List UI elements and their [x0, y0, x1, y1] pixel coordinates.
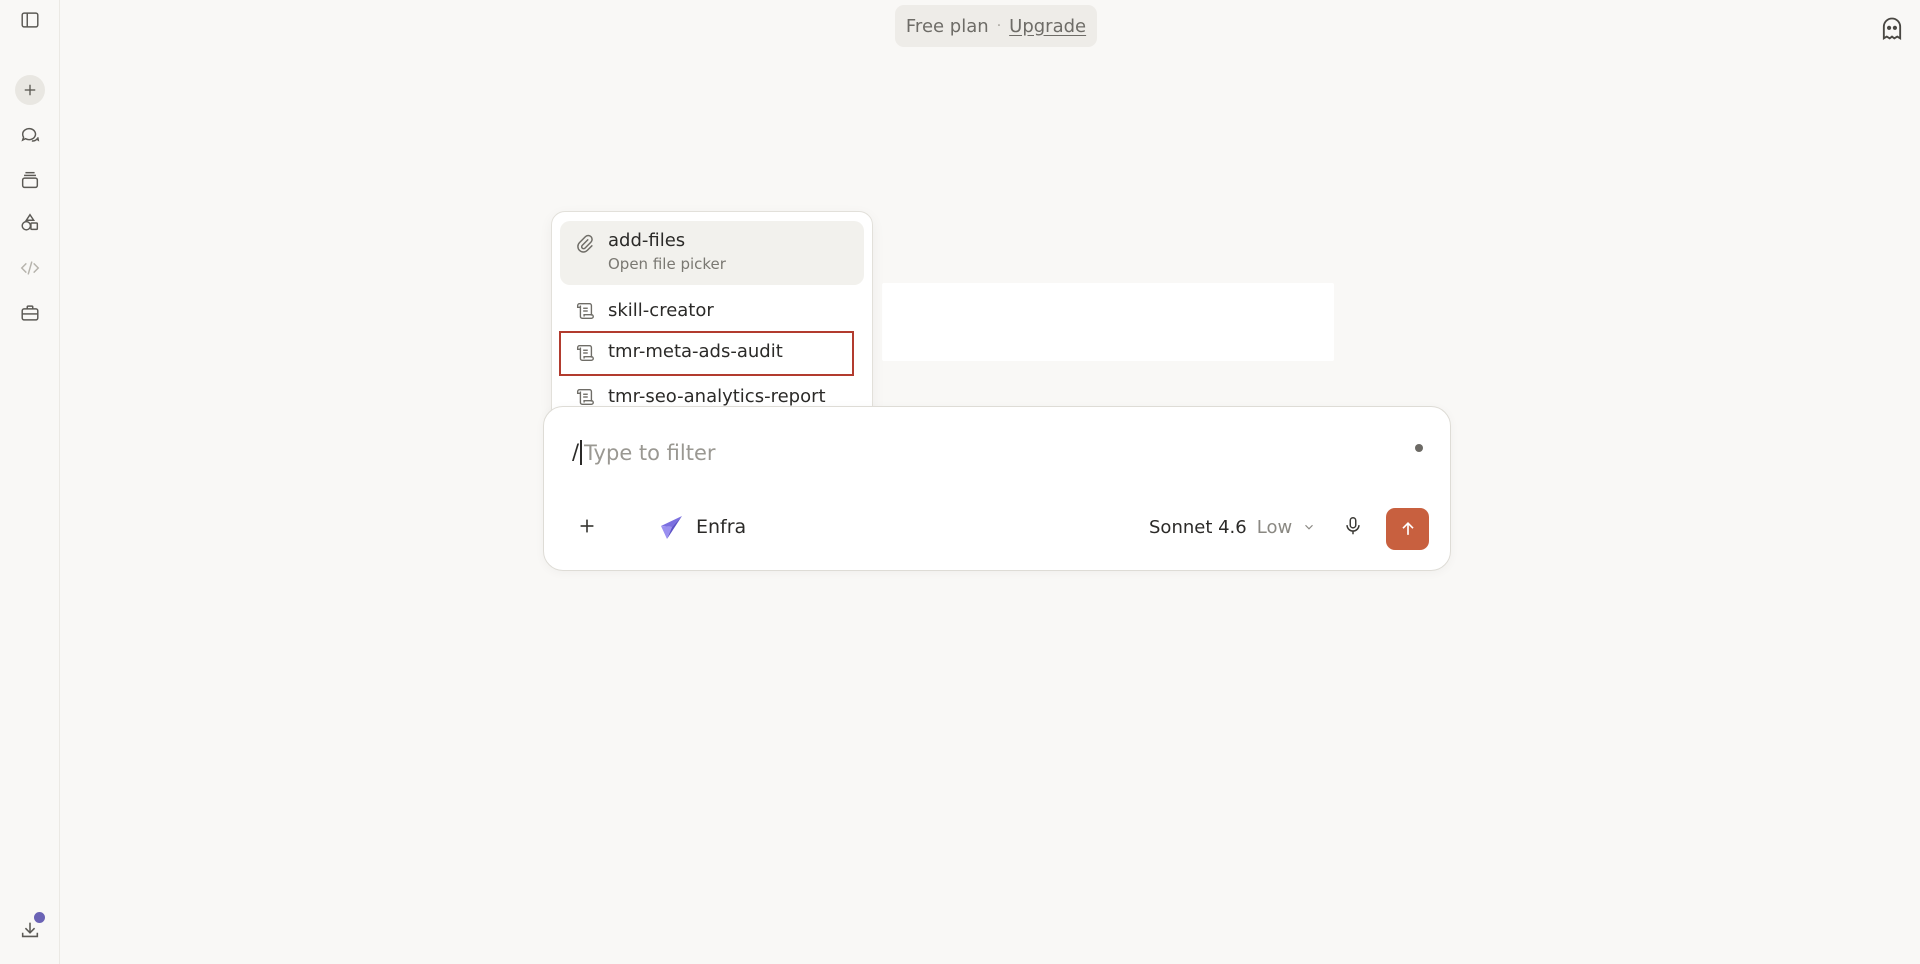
send-button[interactable] [1386, 508, 1429, 550]
new-chat-icon[interactable] [15, 75, 45, 105]
model-name: Sonnet 4.6 [1149, 516, 1247, 538]
add-attachment-button[interactable] [570, 509, 604, 543]
menu-item-title: skill-creator [608, 300, 714, 321]
typed-slash: / [572, 440, 580, 464]
menu-item-title: add-files [608, 230, 686, 251]
upgrade-link[interactable]: Upgrade [1009, 16, 1086, 37]
menu-item-title: tmr-meta-ads-audit [608, 341, 783, 362]
microphone-button[interactable] [1336, 509, 1370, 543]
menu-item-subtitle: Open file picker [608, 255, 726, 273]
slash-command-menu: add-files Open file picker skill-creator… [551, 211, 873, 423]
tools-icon[interactable] [13, 296, 47, 330]
incognito-ghost-icon[interactable] [1878, 15, 1906, 43]
model-selector[interactable]: Sonnet 4.6 Low [1149, 511, 1316, 543]
plan-banner: Free plan · Upgrade [895, 5, 1097, 47]
menu-item-skill-creator[interactable]: skill-creator [560, 292, 864, 330]
artifacts-icon[interactable] [13, 206, 47, 240]
project-selector[interactable]: Enfra [656, 511, 746, 543]
notification-dot [32, 910, 47, 925]
arrow-up-icon [1401, 521, 1414, 535]
status-dot [1415, 444, 1423, 452]
sidebar-toggle-icon[interactable] [13, 3, 47, 37]
projects-icon[interactable] [13, 163, 47, 197]
message-composer: / Enfra Sonnet 4.6 Low [543, 406, 1451, 571]
scroll-icon [574, 300, 596, 322]
sidebar [0, 0, 60, 964]
menu-item-add-files[interactable]: add-files Open file picker [560, 221, 864, 285]
scroll-icon [574, 342, 596, 364]
menu-item-title: tmr-seo-analytics-report [608, 386, 826, 407]
enfra-logo-icon [661, 516, 682, 539]
text-caret [580, 440, 582, 465]
effort-level: Low [1256, 516, 1293, 538]
microphone-icon [1346, 517, 1360, 535]
plan-separator: · [996, 18, 1002, 34]
code-icon[interactable] [13, 251, 47, 285]
chats-icon[interactable] [13, 118, 47, 152]
menu-item-tmr-meta-ads-audit[interactable]: tmr-meta-ads-audit [559, 331, 854, 376]
plan-label: Free plan [905, 15, 989, 37]
plus-icon [580, 519, 594, 533]
scroll-icon [574, 386, 596, 408]
project-name: Enfra [696, 516, 747, 538]
paperclip-icon [574, 233, 596, 255]
filter-input[interactable] [580, 437, 1364, 469]
chevron-down-icon [1305, 524, 1314, 530]
background-card [882, 283, 1334, 361]
